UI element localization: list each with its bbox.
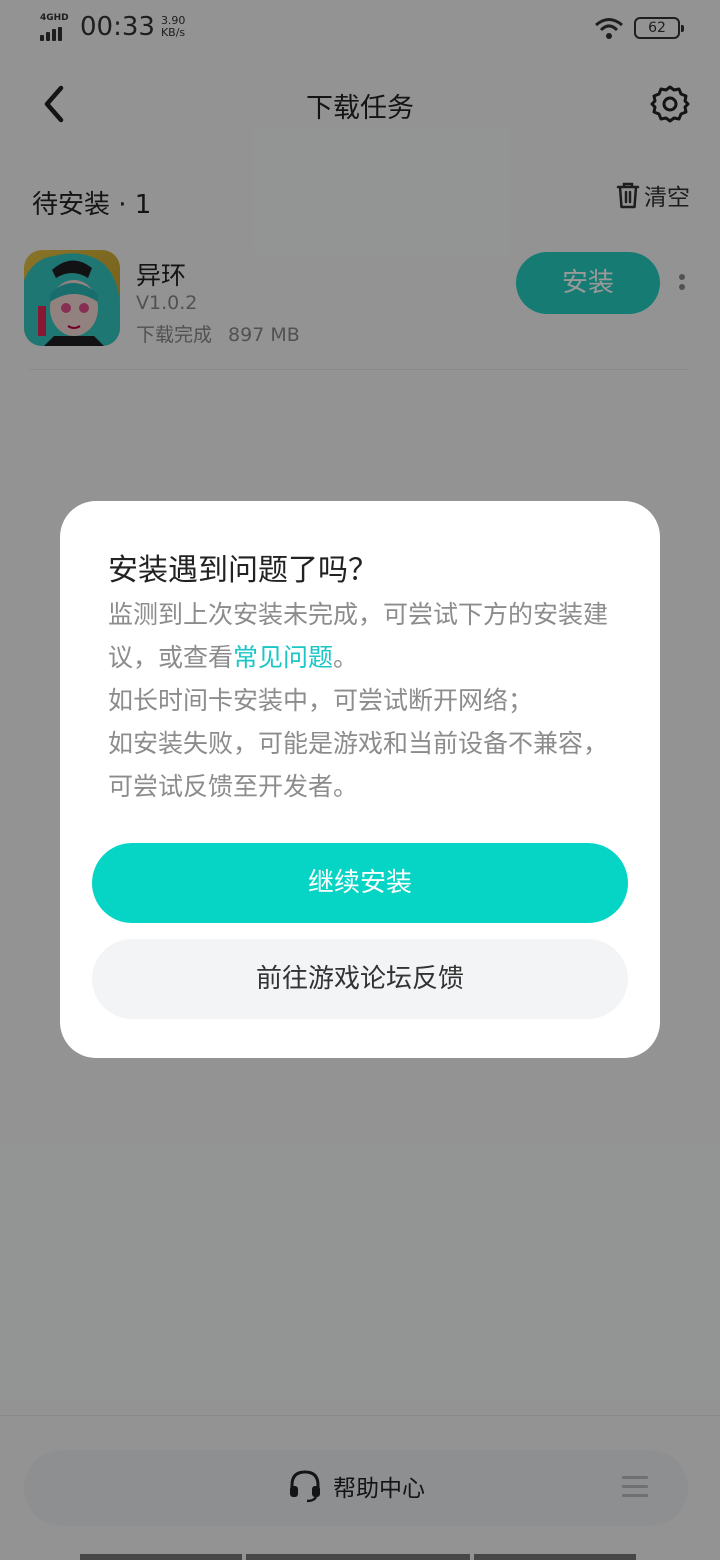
dialog-body: 监测到上次安装未完成，可尝试下方的安装建议，或查看常见问题。 如长时间卡安装中，… xyxy=(108,600,609,801)
continue-install-button[interactable]: 继续安装 xyxy=(92,843,628,923)
faq-link[interactable]: 常见问题 xyxy=(233,643,333,672)
dialog-title: 安装遇到问题了吗？ xyxy=(108,553,378,588)
install-problem-dialog: 安装遇到问题了吗？ 监测到上次安装未完成，可尝试下方的安装建议，或查看常见问题。… xyxy=(60,501,660,1058)
forum-feedback-button[interactable]: 前往游戏论坛反馈 xyxy=(92,939,628,1019)
